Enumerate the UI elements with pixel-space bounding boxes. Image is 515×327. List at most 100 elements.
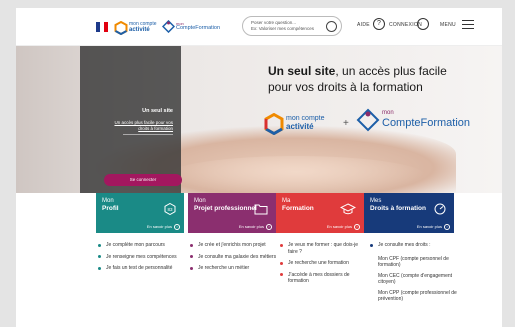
list-item-label: Je renseigne mes compétences [106, 253, 177, 260]
tile-droits-line1: Mes [370, 198, 382, 204]
hexagon-logo-icon [114, 21, 128, 35]
list-item[interactable]: Je crée et j'enrichis mon projet [190, 242, 278, 249]
list-item-label: Je fais un test de personnalité [106, 265, 173, 271]
list-profil: Je complète mon parcours Je renseigne me… [98, 242, 186, 277]
svg-text:83: 83 [167, 207, 173, 212]
bullet-dot [280, 273, 283, 276]
bullet-dot [98, 255, 101, 258]
panel-subtitle-line1[interactable]: Un accès plus facile pour vos [114, 120, 173, 125]
hexagon-logo-icon [264, 113, 284, 135]
hero-mon-compte-formation-logo: mon CompteFormation [356, 106, 470, 136]
tile-projet-line2: Projet professionnel [194, 205, 257, 212]
login-button[interactable]: Se connecter [104, 174, 182, 186]
headline-bold: Un seul site [268, 64, 336, 78]
sub-item-cec[interactable]: Mon CEC (compte d'engagement citoyen) [378, 273, 460, 286]
bullet-dot [190, 255, 193, 258]
tile-projet-line1: Mon [194, 198, 206, 204]
hands-image-highlight [166, 156, 426, 193]
list-item-label: Je crée et j'enrichis mon projet [198, 242, 266, 248]
hero-mon-compte-activite-logo: mon compte activité [264, 113, 344, 137]
bullet-dot [98, 243, 101, 247]
logo-mca-line2: activité [129, 27, 150, 33]
diamond-logo-icon [356, 108, 380, 132]
list-droits: Je consulte mes droits : Mon CPF (compte… [370, 242, 460, 307]
list-item[interactable]: Je veux me former : que dois-je faire ? [280, 242, 368, 255]
list-formation: Je veux me former : que dois-je faire ? … [280, 242, 368, 290]
list-item-label: Je recherche une formation [288, 260, 349, 266]
tile-droits-line2: Droits à formation [370, 205, 426, 212]
tile-projet-professionnel[interactable]: Mon Projet professionnel En savoir plus › [188, 193, 276, 233]
mon-compte-formation-logo[interactable]: mon CompteFormation [162, 19, 222, 37]
chevron-right-icon: › [444, 223, 450, 230]
bullet-dot [98, 266, 101, 270]
menu-link[interactable]: MENU [440, 22, 456, 28]
logo-mcf-line2: CompteFormation [176, 25, 221, 31]
page-margin-top [0, 0, 515, 8]
tile-projet-more-link[interactable]: En savoir plus › [238, 223, 272, 230]
panel-title: Un seul site [142, 108, 173, 114]
hero-logo-mcf-line2: CompteFormation [382, 117, 471, 129]
list-item[interactable]: Je fais un test de personnalité [98, 265, 186, 272]
list-item[interactable]: Je consulte ma galaxie des métiers [190, 254, 278, 261]
search-placeholder-line2: Ex: Valoriser mes compétences [251, 26, 314, 31]
marianne-logo-icon [96, 22, 108, 32]
hero-headline: Un seul site, un accès plus facile [268, 64, 447, 78]
browser-page: mon compte activité mon CompteFormation … [0, 0, 515, 327]
hero-logo-mcf-line1: mon [382, 110, 394, 116]
sub-item-cpf[interactable]: Mon CPF (compte personnel de formation) [378, 256, 460, 269]
page-margin-right [502, 0, 515, 327]
tile-formation[interactable]: Ma Formation En savoir plus › [276, 193, 364, 233]
tile-formation-more-link[interactable]: En savoir plus › [326, 223, 360, 230]
user-icon[interactable] [417, 18, 429, 30]
tile-profil[interactable]: Mon Profil 83 En savoir plus › [96, 193, 184, 233]
search-icon[interactable] [326, 21, 337, 32]
panel-subtitle-line2[interactable]: droits à formation [138, 126, 173, 131]
bullet-dot [190, 243, 193, 247]
bullet-dot [280, 243, 283, 247]
list-item-label: Je veux me former : que dois-je faire ? [288, 242, 359, 255]
bullet-dot [280, 261, 283, 265]
tile-profil-line2: Profil [102, 205, 119, 212]
hero-headline-line2: pour vos droits à la formation [268, 80, 423, 94]
tile-droits-formation[interactable]: Mes Droits à formation En savoir plus › [364, 193, 454, 233]
aide-link[interactable]: AIDE [357, 22, 370, 28]
list-projet: Je crée et j'enrichis mon projet Je cons… [190, 242, 278, 277]
tile-formation-line1: Ma [282, 198, 291, 204]
tile-profil-line1: Mon [102, 198, 114, 204]
tile-formation-line2: Formation [282, 205, 314, 212]
list-item[interactable]: Je recherche une formation [280, 260, 368, 267]
tile-droits-more-label: En savoir plus [416, 224, 442, 229]
page-margin-left [0, 0, 16, 327]
chevron-right-icon: › [354, 223, 360, 230]
tile-profil-more-link[interactable]: En savoir plus › [146, 223, 180, 230]
help-icon[interactable]: ? [373, 18, 385, 30]
sub-item-cpp[interactable]: Mon CPP (compte professionnel de prévent… [378, 290, 460, 303]
list-item[interactable]: Je recherche un métier [190, 265, 278, 272]
panel-divider [123, 134, 173, 135]
bullet-dot [190, 266, 193, 270]
search-input[interactable]: Poser votre question... Ex: Valoriser me… [242, 16, 342, 36]
mon-compte-activite-logo[interactable]: mon compte activité [114, 19, 158, 37]
hamburger-icon[interactable] [462, 20, 474, 29]
tile-formation-more-label: En savoir plus [326, 224, 352, 229]
tile-profil-more-label: En savoir plus [146, 224, 172, 229]
graduation-cap-icon [340, 203, 356, 215]
diamond-logo-icon [162, 20, 175, 33]
gauge-icon [434, 203, 446, 215]
bullet-dot [370, 243, 373, 247]
headline-rest: , un accès plus facile [335, 64, 447, 78]
tile-projet-more-label: En savoir plus [238, 224, 264, 229]
list-item-label: Je consulte ma galaxie des métiers [198, 253, 277, 260]
list-item[interactable]: Je consulte mes droits : [370, 242, 460, 249]
list-item[interactable]: J'accède à mes dossiers de formation [280, 272, 368, 285]
list-item[interactable]: Je renseigne mes compétences [98, 254, 186, 261]
list-item-label: Je complète mon parcours [106, 242, 165, 248]
chevron-right-icon: › [266, 223, 272, 230]
tile-droits-more-link[interactable]: En savoir plus › [416, 223, 450, 230]
list-item-label: Je recherche un métier [198, 265, 250, 271]
folder-icon [254, 204, 268, 215]
list-item[interactable]: Je complète mon parcours [98, 242, 186, 249]
chevron-right-icon: › [174, 223, 180, 230]
site-header: mon compte activité mon CompteFormation … [16, 8, 502, 46]
hero-side-panel: Un seul site Un accès plus facile pour v… [80, 46, 181, 193]
